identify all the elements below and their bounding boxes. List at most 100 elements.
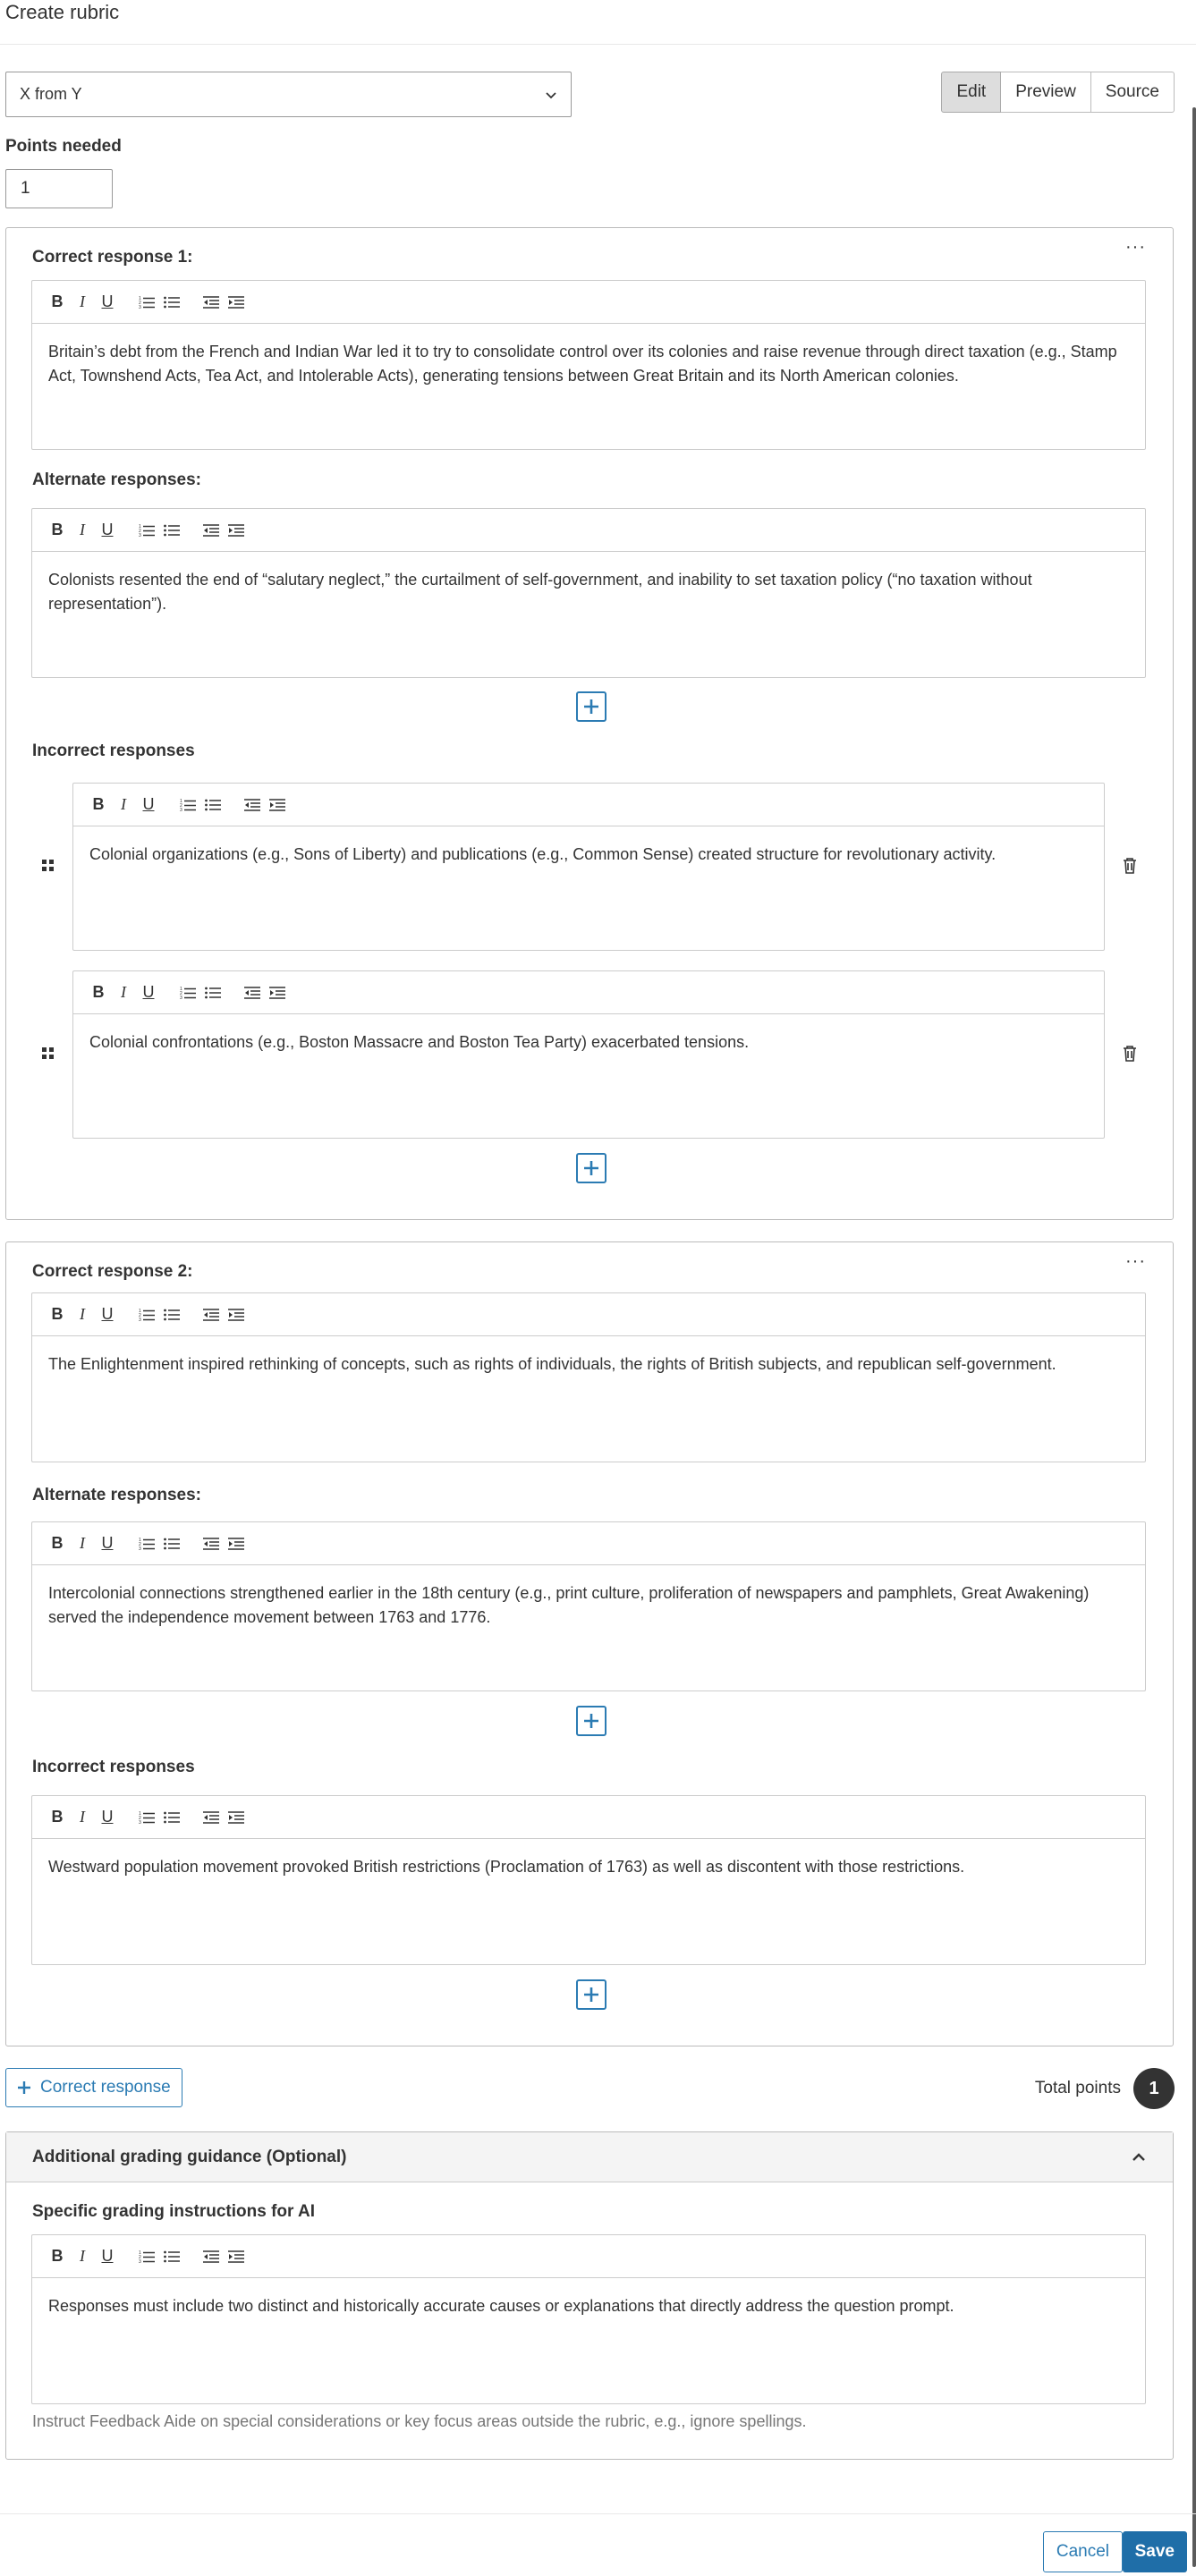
bold-icon[interactable]: B (48, 521, 66, 539)
more-options-icon[interactable]: ··· (1125, 238, 1146, 256)
numbered-list-icon[interactable]: 123 (138, 521, 156, 539)
outdent-icon[interactable] (202, 1306, 220, 1324)
rich-text-editor[interactable]: B I U 123 Westward population movement p… (31, 1795, 1146, 1965)
add-correct-response-button[interactable]: Correct response (5, 2068, 182, 2107)
outdent-icon[interactable] (202, 521, 220, 539)
scrollbar[interactable] (1189, 45, 1196, 2567)
indent-icon[interactable] (268, 984, 286, 1002)
indent-icon[interactable] (227, 1306, 245, 1324)
editor-content[interactable]: Responses must include two distinct and … (32, 2278, 1145, 2334)
alternate-responses-label: Alternate responses: (32, 470, 202, 489)
trash-icon[interactable] (1123, 858, 1137, 874)
page-header: Create rubric (0, 0, 1196, 45)
underline-icon[interactable]: U (98, 1808, 116, 1826)
indent-icon[interactable] (227, 293, 245, 311)
bulleted-list-icon[interactable] (163, 293, 181, 311)
preview-tab[interactable]: Preview (1001, 72, 1091, 113)
points-needed-input[interactable]: 1 (5, 169, 113, 208)
save-button[interactable]: Save (1122, 2531, 1187, 2572)
editor-content[interactable]: Colonial confrontations (e.g., Boston Ma… (73, 1014, 1104, 1071)
rich-text-editor[interactable]: B I U 123 Intercolonial connections stre… (31, 1521, 1146, 1691)
underline-icon[interactable]: U (98, 521, 116, 539)
svg-text:3: 3 (180, 996, 182, 1000)
italic-icon[interactable]: I (73, 1808, 91, 1826)
rich-text-editor[interactable]: B I U 123 The Enlightenment inspired ret… (31, 1292, 1146, 1462)
numbered-list-icon[interactable]: 123 (138, 2248, 156, 2266)
bulleted-list-icon[interactable] (163, 521, 181, 539)
drag-handle-icon[interactable] (42, 860, 55, 872)
underline-icon[interactable]: U (98, 292, 116, 311)
bulleted-list-icon[interactable] (163, 1809, 181, 1826)
underline-icon[interactable]: U (140, 795, 157, 814)
outdent-icon[interactable] (202, 1535, 220, 1553)
indent-icon[interactable] (227, 1535, 245, 1553)
bold-icon[interactable]: B (89, 795, 107, 814)
drag-handle-icon[interactable] (42, 1047, 55, 1060)
outdent-icon[interactable] (202, 293, 220, 311)
rich-text-editor[interactable]: B I U 123 Colonial confrontations (e.g.,… (72, 970, 1105, 1139)
bold-icon[interactable]: B (48, 292, 66, 311)
rich-text-editor[interactable]: B I U 123 Colonial organizations (e.g., … (72, 783, 1105, 951)
rich-text-editor[interactable]: B I U 123 Colonists resented the end of … (31, 508, 1146, 678)
italic-icon[interactable]: I (73, 2247, 91, 2266)
numbered-list-icon[interactable]: 123 (179, 796, 197, 814)
editor-content[interactable]: Colonial organizations (e.g., Sons of Li… (73, 826, 1104, 883)
bulleted-list-icon[interactable] (163, 1535, 181, 1553)
cancel-button[interactable]: Cancel (1042, 2531, 1123, 2572)
italic-icon[interactable]: I (115, 983, 132, 1002)
bold-icon[interactable]: B (48, 1808, 66, 1826)
indent-icon[interactable] (268, 796, 286, 814)
add-response-button[interactable] (576, 691, 606, 722)
outdent-icon[interactable] (243, 984, 261, 1002)
outdent-icon[interactable] (202, 2248, 220, 2266)
add-response-button[interactable] (576, 1706, 606, 1736)
italic-icon[interactable]: I (73, 521, 91, 539)
italic-icon[interactable]: I (73, 1305, 91, 1324)
outdent-icon[interactable] (243, 796, 261, 814)
italic-icon[interactable]: I (73, 292, 91, 311)
grading-guidance-header[interactable]: Additional grading guidance (Optional) (6, 2132, 1173, 2182)
numbered-list-icon[interactable]: 123 (138, 1809, 156, 1826)
add-response-button[interactable] (576, 1979, 606, 2010)
editor-content[interactable]: Britain’s debt from the French and India… (32, 324, 1145, 404)
italic-icon[interactable]: I (73, 1534, 91, 1553)
underline-icon[interactable]: U (98, 1534, 116, 1553)
numbered-list-icon[interactable]: 123 (179, 984, 197, 1002)
underline-icon[interactable]: U (140, 983, 157, 1002)
indent-icon[interactable] (227, 521, 245, 539)
bulleted-list-icon[interactable] (204, 796, 222, 814)
incorrect-responses-label: Incorrect responses (32, 741, 195, 760)
numbered-list-icon[interactable]: 123 (138, 1535, 156, 1553)
numbered-list-icon[interactable]: 123 (138, 1306, 156, 1324)
bold-icon[interactable]: B (48, 2247, 66, 2266)
bold-icon[interactable]: B (48, 1534, 66, 1553)
edit-tab[interactable]: Edit (941, 72, 1002, 113)
bold-icon[interactable]: B (48, 1305, 66, 1324)
bulleted-list-icon[interactable] (163, 2248, 181, 2266)
more-options-icon[interactable]: ··· (1125, 1252, 1146, 1270)
editor-content[interactable]: The Enlightenment inspired rethinking of… (32, 1336, 1145, 1393)
trash-icon[interactable] (1123, 1046, 1137, 1062)
bulleted-list-icon[interactable] (204, 984, 222, 1002)
bulleted-list-icon[interactable] (163, 1306, 181, 1324)
scrollbar-thumb[interactable] (1192, 107, 1196, 2567)
indent-icon[interactable] (227, 1809, 245, 1826)
total-points-badge: 1 (1133, 2068, 1175, 2109)
numbered-list-icon[interactable]: 123 (138, 293, 156, 311)
chevron-up-icon[interactable] (1132, 2152, 1146, 2163)
outdent-icon[interactable] (202, 1809, 220, 1826)
bold-icon[interactable]: B (89, 983, 107, 1002)
underline-icon[interactable]: U (98, 1305, 116, 1324)
add-response-button[interactable] (576, 1153, 606, 1183)
rich-text-editor[interactable]: B I U 123 Britain’s debt from the French… (31, 280, 1146, 450)
source-tab[interactable]: Source (1090, 72, 1175, 113)
editor-content[interactable]: Westward population movement provoked Br… (32, 1839, 1145, 1895)
editor-toolbar: B I U 123 (32, 281, 1145, 324)
italic-icon[interactable]: I (115, 795, 132, 814)
underline-icon[interactable]: U (98, 2247, 116, 2266)
editor-content[interactable]: Intercolonial connections strengthened e… (32, 1565, 1145, 1646)
indent-icon[interactable] (227, 2248, 245, 2266)
rich-text-editor[interactable]: B I U 123 Responses must include two dis… (31, 2234, 1146, 2404)
editor-content[interactable]: Colonists resented the end of “salutary … (32, 552, 1145, 632)
rubric-type-select[interactable]: X from Y (5, 72, 572, 117)
